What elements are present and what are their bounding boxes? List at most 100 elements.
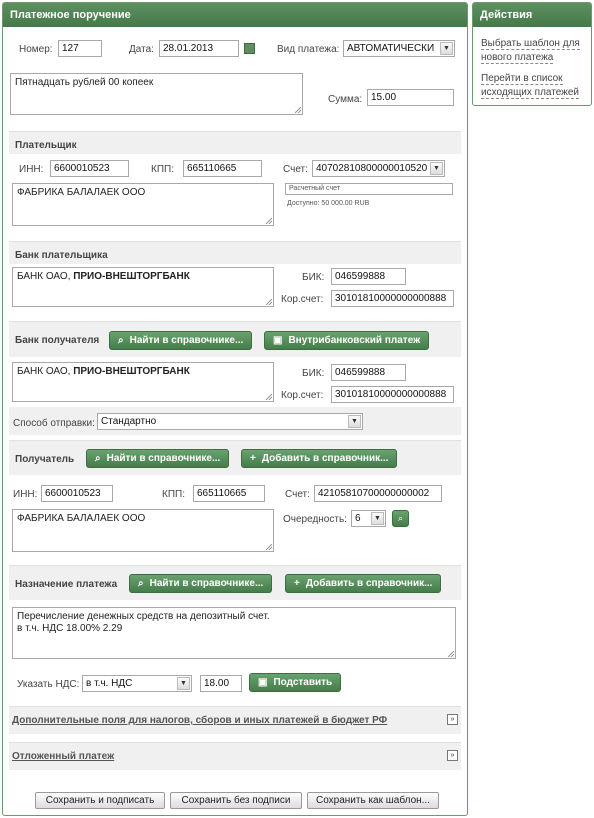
priority-select[interactable]: 6 ▼ (351, 510, 386, 527)
search-icon: ⌕ (118, 335, 124, 346)
search-icon: ⌕ (138, 578, 144, 589)
number-field[interactable]: 127 (58, 40, 102, 57)
recipient-add-label: Добавить в справочник... (261, 453, 389, 464)
chevron-down-icon: ▼ (440, 42, 453, 55)
date-field[interactable]: 28.01.2013 (159, 40, 239, 57)
purpose-line-2: в т.ч. НДС 18.00% 2.29 (17, 623, 123, 634)
vat-label: Указать НДС: (17, 679, 80, 690)
chevron-down-icon[interactable]: » (447, 714, 458, 725)
payer-bank-bik-label: БИК: (302, 272, 325, 283)
recipient-bank-corr-field[interactable]: 30101810000000000888 (331, 386, 454, 403)
deferred-section[interactable]: Отложенный платеж » (9, 742, 461, 770)
payer-title: Плательщик (15, 140, 77, 151)
send-method-label: Способ отправки: (13, 418, 95, 429)
recipient-kpp-label: КПП: (162, 489, 185, 500)
payer-bank-title: Банк плательщика (15, 250, 108, 261)
internal-payment-label: Внутрибанковский платеж (288, 335, 421, 346)
number-label: Номер: (19, 44, 53, 55)
recipient-bank-title: Банк получателя (15, 335, 100, 346)
priority-label: Очередность: (283, 514, 347, 525)
choose-template-label: Выбрать шаблон для нового платежа (481, 38, 580, 64)
purpose-find-label: Найти в справочнике... (149, 578, 264, 589)
recipient-bank-find-button[interactable]: ⌕ Найти в справочнике... (109, 331, 253, 350)
payer-bank-corr-label: Кор.счет: (281, 294, 324, 305)
recipient-bank-bik-field[interactable]: 046599888 (331, 364, 406, 381)
chevron-down-icon: ▼ (348, 415, 361, 428)
recipient-title: Получатель (15, 454, 75, 465)
payer-inn-field[interactable]: 6600010523 (50, 160, 129, 177)
chevron-down-icon: ▼ (430, 162, 443, 175)
amount-words-field[interactable]: Пятнадцать рублей 00 копеек (10, 73, 303, 115)
save-as-template-button[interactable]: Сохранить как шаблон... (307, 792, 439, 809)
search-icon[interactable]: ⌕ (392, 510, 409, 527)
payment-type-select[interactable]: АВТОМАТИЧЕСКИ ▼ (343, 40, 455, 57)
recipient-name-field[interactable]: ФАБРИКА БАЛАЛАЕК ООО (12, 509, 274, 552)
amount-label: Сумма: (328, 94, 363, 105)
plus-icon: + (250, 453, 256, 464)
recipient-find-button[interactable]: ⌕ Найти в справочнике... (86, 449, 230, 468)
purpose-add-button[interactable]: + Добавить в справочник... (285, 574, 442, 593)
amount-field[interactable]: 15.00 (367, 89, 454, 106)
vat-rate-field[interactable]: 18.00 (200, 675, 242, 692)
purpose-add-label: Добавить в справочник... (305, 578, 433, 589)
budget-fields-section[interactable]: Дополнительные поля для налогов, сборов … (9, 706, 461, 734)
payer-account-value: 40702810800000010520 (316, 163, 428, 174)
send-method-value: Стандартно (101, 416, 157, 427)
payer-kpp-label: КПП: (151, 164, 174, 175)
vat-select[interactable]: в т.ч. НДС ▼ (82, 675, 192, 692)
internal-payment-button[interactable]: ▣ Внутрибанковский платеж (264, 331, 430, 350)
payer-available-funds: Доступно: 50 000.00 RUB (287, 200, 370, 207)
vat-value: в т.ч. НДС (86, 678, 133, 689)
purpose-find-button[interactable]: ⌕ Найти в справочнике... (129, 574, 273, 593)
purpose-line-1: Перечисление денежных средств на депозит… (17, 611, 270, 622)
payer-bank-section: Банк плательщика БАНК ОАО, ПРИО-ВНЕШТОРГ… (9, 241, 461, 318)
payer-kpp-field[interactable]: 665110665 (183, 160, 262, 177)
search-icon: ⌕ (95, 453, 101, 464)
actions-panel: Действия Выбрать шаблон для нового плате… (472, 2, 592, 106)
budget-fields-link[interactable]: Дополнительные поля для налогов, сборов … (12, 715, 387, 726)
chevron-down-icon[interactable]: » (447, 750, 458, 761)
actions-title: Действия (473, 3, 591, 27)
recipient-kpp-field[interactable]: 665110665 (193, 485, 265, 502)
bank-icon: ▣ (273, 335, 283, 346)
substitute-label: Подставить (273, 677, 333, 688)
recipient-add-button[interactable]: + Добавить в справочник... (241, 449, 398, 468)
recipient-section: Получатель ⌕ Найти в справочнике... + Доба… (9, 440, 461, 559)
recipient-inn-label: ИНН: (13, 489, 38, 500)
payer-bank-corr-field[interactable]: 30101810000000000888 (331, 290, 454, 307)
calendar-icon[interactable] (244, 43, 255, 54)
deferred-link[interactable]: Отложенный платеж (12, 751, 114, 762)
recipient-bank-name-field[interactable]: БАНК ОАО, ПРИО-ВНЕШТОРГБАНК (12, 362, 274, 402)
payer-name-field[interactable]: ФАБРИКА БАЛАЛАЕК ООО (12, 183, 274, 226)
plus-icon: + (294, 578, 300, 589)
recipient-inn-field[interactable]: 6600010523 (41, 485, 113, 502)
recipient-bank-section: Банк получателя ⌕ Найти в справочнике... … (9, 321, 461, 435)
payer-account-type: Расчетный счет (285, 183, 453, 195)
recipient-account-label: Счет: (285, 489, 310, 500)
payer-bank-name-prefix: БАНК ОАО, (17, 271, 71, 282)
bank-icon: ▣ (258, 677, 268, 688)
outgoing-payments-label: Перейти в список исходящих платежей (481, 73, 580, 99)
outgoing-payments-link[interactable]: Перейти в список исходящих платежей (481, 72, 587, 100)
payer-bank-name-bold: ПРИО-ВНЕШТОРГБАНК (73, 271, 190, 282)
recipient-bank-name-prefix: БАНК ОАО, (17, 366, 71, 377)
choose-template-link[interactable]: Выбрать шаблон для нового платежа (481, 37, 587, 65)
chevron-down-icon: ▼ (371, 512, 384, 525)
substitute-button[interactable]: ▣ Подставить (249, 673, 342, 692)
save-without-sign-button[interactable]: Сохранить без подписи (170, 792, 302, 809)
purpose-text-field[interactable]: Перечисление денежных средств на депозит… (12, 607, 456, 659)
recipient-account-field[interactable]: 42105810700000000002 (314, 485, 442, 502)
payment-order-panel: Платежное поручение Номер: 127 Дата: 28.… (2, 2, 468, 816)
payment-type-value: АВТОМАТИЧЕСКИ (347, 43, 435, 54)
recipient-bank-corr-label: Кор.счет: (281, 390, 324, 401)
payer-bank-bik-field[interactable]: 046599888 (331, 268, 406, 285)
payer-account-select[interactable]: 40702810800000010520 ▼ (312, 160, 445, 177)
priority-value: 6 (355, 513, 361, 524)
recipient-bank-name-bold: ПРИО-ВНЕШТОРГБАНК (73, 366, 190, 377)
purpose-title: Назначение платежа (15, 579, 118, 590)
panel-title: Платежное поручение (3, 3, 467, 27)
payer-bank-name-field[interactable]: БАНК ОАО, ПРИО-ВНЕШТОРГБАНК (12, 267, 274, 307)
save-and-sign-button[interactable]: Сохранить и подписать (35, 792, 165, 809)
send-method-select[interactable]: Стандартно ▼ (97, 413, 363, 430)
payment-type-label: Вид платежа: (277, 44, 340, 55)
